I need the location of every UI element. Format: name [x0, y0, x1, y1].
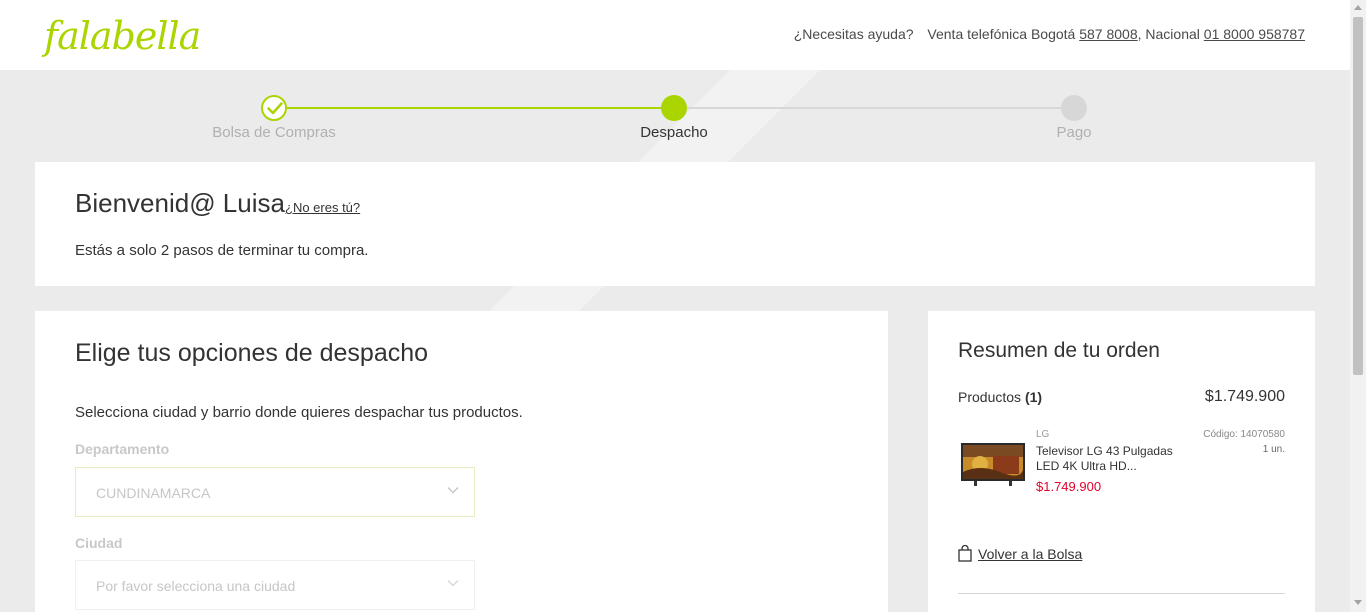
summary-divider — [958, 593, 1285, 594]
summary-title: Resumen de tu orden — [958, 339, 1160, 362]
chevron-down-icon — [447, 486, 459, 494]
check-icon — [267, 102, 283, 115]
item-code: Código: 14070580 — [1203, 429, 1285, 440]
scroll-up-icon[interactable] — [1354, 5, 1362, 10]
item-quantity: 1 un. — [1262, 444, 1285, 455]
summary-total: $1.749.900 — [1204, 388, 1285, 405]
step-active-dot — [661, 95, 687, 121]
welcome-greeting: Bienvenid@ Luisa — [75, 188, 285, 218]
not-you-link[interactable]: ¿No eres tú? — [285, 200, 360, 215]
step-completed-icon[interactable] — [261, 95, 287, 121]
dispatch-card: Elige tus opciones de despacho Seleccion… — [35, 311, 888, 612]
city-placeholder: Por favor selecciona una ciudad — [96, 578, 296, 594]
back-to-bag-label: Volver a la Bolsa — [978, 546, 1083, 562]
help-bar: ¿Necesitas ayuda? Venta telefónica Bogot… — [794, 26, 1305, 42]
item-name[interactable]: Televisor LG 43 Pulgadas LED 4K Ultra HD… — [1036, 444, 1196, 474]
department-value: CUNDINAMARCA — [96, 485, 211, 501]
stepper-line-completed — [274, 107, 674, 109]
item-price: $1.749.900 — [1036, 479, 1102, 494]
step-pending-dot — [1061, 95, 1087, 121]
step-label-pago: Pago — [1056, 124, 1092, 141]
order-summary-card: Resumen de tu orden Productos (1) $1.749… — [928, 311, 1315, 612]
welcome-subtitle: Estás a solo 2 pasos de terminar tu comp… — [75, 242, 369, 259]
phone-bogota-link[interactable]: 587 8008 — [1079, 26, 1137, 42]
product-thumbnail[interactable] — [960, 442, 1026, 488]
step-label-bolsa[interactable]: Bolsa de Compras — [174, 124, 374, 141]
department-select[interactable]: CUNDINAMARCA — [75, 467, 475, 517]
stepper-line-pending — [674, 107, 1074, 109]
national-prefix: , Nacional — [1137, 26, 1200, 42]
city-label: Ciudad — [75, 535, 123, 551]
dispatch-title: Elige tus opciones de despacho — [75, 339, 429, 367]
phone-national-link[interactable]: 01 8000 958787 — [1204, 26, 1305, 42]
chevron-down-icon — [447, 579, 459, 587]
item-brand: LG — [1036, 429, 1050, 440]
step-label-despacho: Despacho — [640, 124, 708, 141]
scrollbar-thumb[interactable] — [1353, 17, 1363, 375]
page-scrollbar[interactable] — [1350, 0, 1366, 612]
city-select[interactable]: Por favor selecciona una ciudad — [75, 560, 475, 610]
phone-prefix: Venta telefónica Bogotá — [927, 26, 1076, 42]
back-to-bag-link[interactable]: Volver a la Bolsa — [958, 544, 1083, 562]
scroll-down-icon[interactable] — [1354, 600, 1362, 605]
shopping-bag-icon — [958, 544, 972, 562]
header: falabella ¿Necesitas ayuda? Venta telefó… — [0, 0, 1350, 70]
checkout-stepper: Bolsa de Compras Despacho Pago — [0, 70, 1350, 162]
department-label: Departamento — [75, 441, 170, 457]
help-label: ¿Necesitas ayuda? — [793, 26, 914, 42]
dispatch-description: Selecciona ciudad y barrio donde quieres… — [75, 404, 523, 421]
falabella-logo[interactable]: falabella — [44, 14, 201, 58]
products-label: Productos — [958, 389, 1022, 405]
products-count: (1) — [1024, 389, 1043, 405]
welcome-card: Bienvenid@ Luisa ¿No eres tú? Estás a so… — [35, 162, 1315, 286]
